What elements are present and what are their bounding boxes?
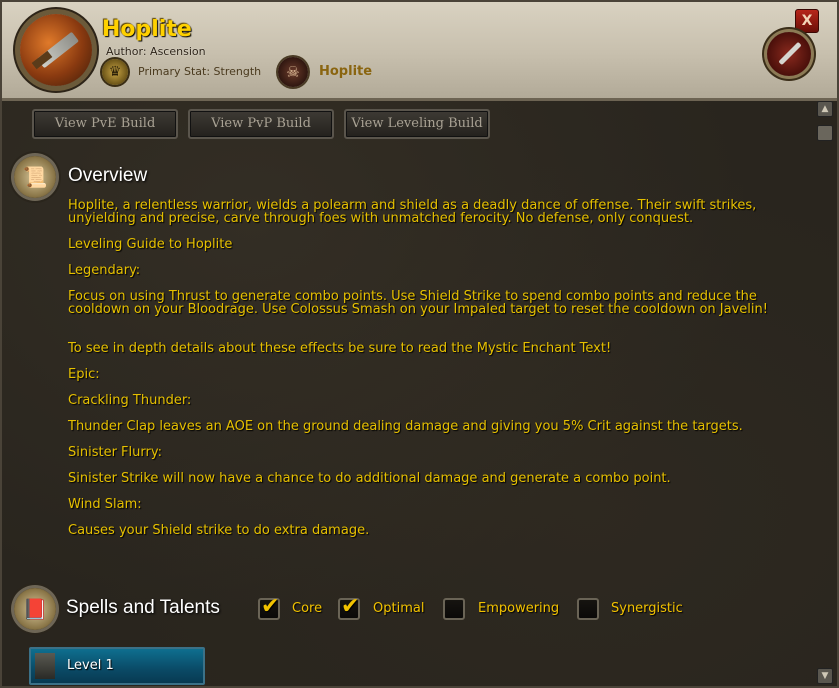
level-1-header[interactable]: Level 1 <box>29 647 205 685</box>
hoplite-class-icon: ☠ <box>278 57 308 87</box>
core-checkbox[interactable] <box>258 594 280 620</box>
empowering-filter-label: Empowering <box>478 601 560 616</box>
core-filter-label: Core <box>292 601 323 616</box>
spellbook-icon: 📕 <box>14 588 56 630</box>
synergistic-filter-label: Synergistic <box>611 601 683 616</box>
overview-paragraph: Thunder Clap leaves an AOE on the ground… <box>68 419 743 434</box>
empowering-checkbox[interactable] <box>443 598 465 620</box>
polearm-portrait-icon <box>20 14 92 86</box>
primary-stat-label: Primary Stat: Strength <box>138 65 262 78</box>
build-guide-window: Hoplite Author: Ascension ♛ Primary Stat… <box>0 0 839 688</box>
overview-paragraph: Focus on using Thrust to generate combo … <box>68 289 768 317</box>
spells-talents-title: Spells and Talents <box>66 597 220 618</box>
author-label: Author: Ascension <box>106 45 206 58</box>
class-name-label: Hoplite <box>319 64 373 79</box>
overview-paragraph: Epic: <box>68 367 100 382</box>
scroll-up-button[interactable]: ▲ <box>817 101 833 117</box>
view-pve-build-button[interactable]: View PvE Build <box>32 109 178 139</box>
scroll-icon: 📜 <box>14 156 56 198</box>
view-pvp-build-button[interactable]: View PvP Build <box>188 109 334 139</box>
content-area: View PvE Build View PvP Build View Level… <box>2 101 837 686</box>
scroll-down-button[interactable]: ▼ <box>817 668 833 684</box>
synergistic-checkbox[interactable] <box>577 598 599 620</box>
overview-paragraph: Hoplite, a relentless warrior, wields a … <box>68 198 757 226</box>
overview-title: Overview <box>68 165 148 186</box>
window-header: Hoplite Author: Ascension ♛ Primary Stat… <box>2 2 837 101</box>
sword-icon <box>767 32 811 76</box>
strength-stat-icon: ♛ <box>102 59 128 85</box>
level-label: Level 1 <box>67 658 114 673</box>
optimal-checkbox[interactable] <box>338 594 360 620</box>
overview-paragraph: Leveling Guide to Hoplite <box>68 237 233 252</box>
overview-paragraph: Crackling Thunder: <box>68 393 192 408</box>
overview-paragraph: Sinister Flurry: <box>68 445 162 460</box>
overview-paragraph: Wind Slam: <box>68 497 142 512</box>
view-leveling-build-button[interactable]: View Leveling Build <box>344 109 490 139</box>
overview-paragraph: Causes your Shield strike to do extra da… <box>68 523 370 538</box>
optimal-filter-label: Optimal <box>373 601 425 616</box>
level-icon <box>35 653 55 679</box>
build-title: Hoplite <box>102 17 192 42</box>
overview-paragraph: Legendary: <box>68 263 141 278</box>
overview-paragraph: To see in depth details about these effe… <box>68 341 612 356</box>
close-button[interactable]: X <box>795 9 819 33</box>
scrollbar-thumb[interactable] <box>817 125 833 141</box>
overview-paragraph: Sinister Strike will now have a chance t… <box>68 471 671 486</box>
